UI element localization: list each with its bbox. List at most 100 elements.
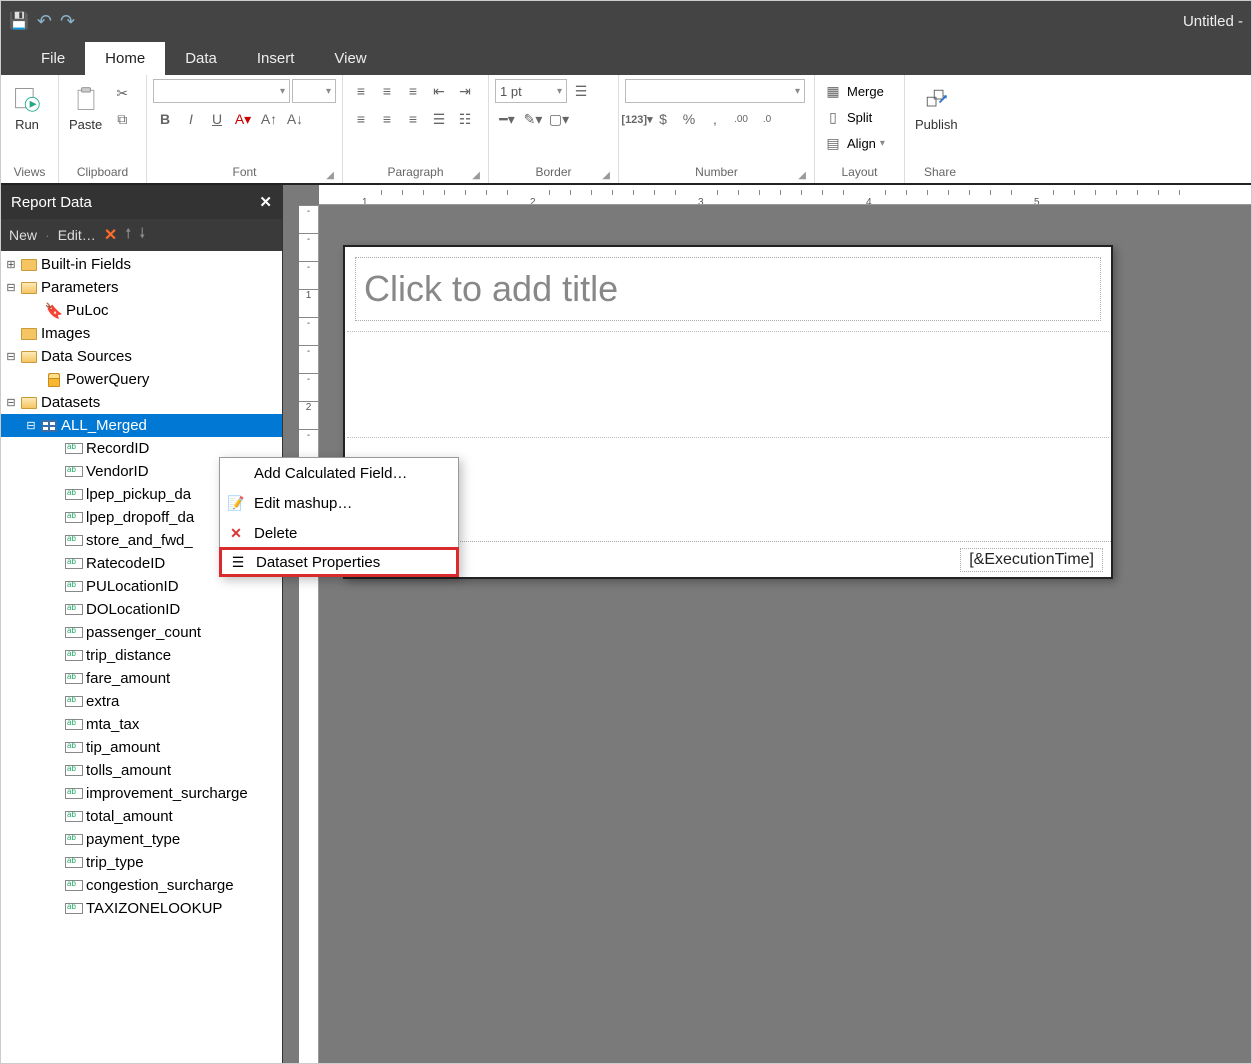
numbering-icon[interactable]: ☷ — [453, 107, 477, 131]
tree-node-field[interactable]: payment_type — [1, 828, 282, 851]
dialog-launcher-icon[interactable]: ◢ — [326, 170, 334, 181]
run-button[interactable]: Run — [7, 79, 47, 136]
tree-node-field[interactable]: fare_amount — [1, 667, 282, 690]
align-bottom-icon[interactable]: ≡ — [401, 79, 425, 103]
border-style-icon[interactable]: ☰ — [569, 79, 593, 103]
border-width-combo[interactable]: 1 pt▾ — [495, 79, 567, 103]
delete-icon[interactable]: ✕ — [104, 225, 117, 245]
borders-icon[interactable]: ▢▾ — [547, 107, 571, 131]
undo-icon[interactable]: ↶ — [37, 11, 52, 32]
collapse-icon[interactable]: ⊟ — [5, 350, 17, 363]
save-icon[interactable]: 💾 — [9, 11, 29, 31]
decrease-indent-icon[interactable]: ⇤ — [427, 79, 451, 103]
tree-node-field[interactable]: tip_amount — [1, 736, 282, 759]
currency-icon[interactable]: $ — [651, 107, 675, 131]
align-right-icon[interactable]: ≡ — [401, 107, 425, 131]
tree-node-field[interactable]: TAXIZONELOOKUP — [1, 897, 282, 920]
grow-font-button[interactable]: A↑ — [257, 107, 281, 131]
decrease-decimal-icon[interactable]: .0 — [755, 107, 779, 131]
tree-node-dataset-allmerged[interactable]: ⊟ ALL_Merged — [1, 414, 282, 437]
dialog-launcher-icon[interactable]: ◢ — [602, 170, 610, 181]
field-icon — [65, 441, 83, 457]
placeholder-icon[interactable]: [123]▾ — [625, 107, 649, 131]
tree-node-field[interactable]: extra — [1, 690, 282, 713]
execution-time-placeholder[interactable]: [&ExecutionTime] — [960, 548, 1103, 572]
tree-node-field[interactable]: total_amount — [1, 805, 282, 828]
tree-node-field[interactable]: trip_distance — [1, 644, 282, 667]
tree-node-field[interactable]: improvement_surcharge — [1, 782, 282, 805]
tab-data[interactable]: Data — [165, 42, 237, 75]
tab-view[interactable]: View — [314, 42, 386, 75]
field-icon — [65, 694, 83, 710]
ctx-edit-mashup[interactable]: 📝 Edit mashup… — [220, 488, 458, 518]
new-button[interactable]: New — [9, 227, 37, 243]
ctx-add-calculated-field[interactable]: Add Calculated Field… — [220, 458, 458, 488]
paste-button[interactable]: Paste — [65, 79, 106, 136]
border-color-icon[interactable]: ✎▾ — [521, 107, 545, 131]
tree-node-field[interactable]: mta_tax — [1, 713, 282, 736]
move-down-icon[interactable]: 🠗 — [139, 223, 145, 247]
tree-node-param-puloc[interactable]: 🔖 PuLoc — [1, 299, 282, 322]
tree-node-ds-powerquery[interactable]: PowerQuery — [1, 368, 282, 391]
font-family-combo[interactable]: ▾ — [153, 79, 290, 103]
tree-node-field[interactable]: tolls_amount — [1, 759, 282, 782]
ctx-dataset-properties[interactable]: ☰ Dataset Properties — [219, 547, 459, 577]
align-center-icon[interactable]: ≡ — [375, 107, 399, 131]
align-middle-icon[interactable]: ≡ — [375, 79, 399, 103]
collapse-icon[interactable]: ⊟ — [5, 396, 17, 409]
tab-insert[interactable]: Insert — [237, 42, 315, 75]
report-data-tree[interactable]: ⊞ Built-in Fields ⊟ Parameters 🔖 PuLoc I… — [1, 251, 282, 1063]
line-style-icon[interactable]: ━▾ — [495, 107, 519, 131]
percent-icon[interactable]: % — [677, 107, 701, 131]
number-format-combo[interactable]: ▾ — [625, 79, 805, 103]
align-button[interactable]: ▤Align▾ — [821, 131, 885, 155]
design-surface[interactable]: 12345 --- 1--- 2--- Click to add title [… — [283, 185, 1251, 1063]
expand-icon[interactable]: ⊞ — [5, 258, 17, 271]
tree-node-builtins[interactable]: ⊞ Built-in Fields — [1, 253, 282, 276]
underline-button[interactable]: U — [205, 107, 229, 131]
collapse-icon[interactable]: ⊟ — [25, 419, 37, 432]
bullets-icon[interactable]: ☰ — [427, 107, 451, 131]
shrink-font-button[interactable]: A↓ — [283, 107, 307, 131]
dialog-launcher-icon[interactable]: ◢ — [472, 170, 480, 181]
close-icon[interactable]: ✕ — [259, 193, 272, 211]
tree-node-field[interactable]: trip_type — [1, 851, 282, 874]
field-icon — [65, 579, 83, 595]
thousands-icon[interactable]: , — [703, 107, 727, 131]
tree-node-field[interactable]: DOLocationID — [1, 598, 282, 621]
increase-decimal-icon[interactable]: .00 — [729, 107, 753, 131]
title-placeholder[interactable]: Click to add title — [355, 257, 1101, 321]
ctx-delete[interactable]: ✕ Delete — [220, 518, 458, 548]
field-icon — [65, 901, 83, 917]
font-size-combo[interactable]: ▾ — [292, 79, 336, 103]
align-left-icon[interactable]: ≡ — [349, 107, 373, 131]
merge-button[interactable]: ▦Merge — [821, 79, 884, 103]
move-up-icon[interactable]: 🠕 — [125, 223, 131, 247]
tab-file[interactable]: File — [21, 42, 85, 75]
ribbon-group-views: Run Views — [1, 75, 59, 183]
report-footer[interactable]: [&ExecutionTime] — [345, 541, 1111, 577]
redo-icon[interactable]: ↷ — [60, 11, 75, 32]
tree-node-field[interactable]: PULocationID — [1, 575, 282, 598]
tree-node-datasets[interactable]: ⊟ Datasets — [1, 391, 282, 414]
publish-button[interactable]: Publish — [911, 79, 962, 136]
edit-button[interactable]: Edit… — [58, 227, 96, 243]
report-body[interactable] — [347, 331, 1109, 541]
increase-indent-icon[interactable]: ⇥ — [453, 79, 477, 103]
tab-home[interactable]: Home — [85, 42, 165, 75]
cut-icon[interactable]: ✂ — [110, 81, 134, 105]
tree-node-field[interactable]: congestion_surcharge — [1, 874, 282, 897]
dialog-launcher-icon[interactable]: ◢ — [798, 170, 806, 181]
tree-node-images[interactable]: Images — [1, 322, 282, 345]
collapse-icon[interactable]: ⊟ — [5, 281, 17, 294]
copy-icon[interactable]: ⧉ — [110, 107, 134, 131]
field-icon — [65, 464, 83, 480]
tree-node-datasources[interactable]: ⊟ Data Sources — [1, 345, 282, 368]
bold-button[interactable]: B — [153, 107, 177, 131]
align-top-icon[interactable]: ≡ — [349, 79, 373, 103]
italic-button[interactable]: I — [179, 107, 203, 131]
tree-node-parameters[interactable]: ⊟ Parameters — [1, 276, 282, 299]
font-color-button[interactable]: A▾ — [231, 107, 255, 131]
tree-node-field[interactable]: passenger_count — [1, 621, 282, 644]
split-button[interactable]: ▯Split — [821, 105, 872, 129]
